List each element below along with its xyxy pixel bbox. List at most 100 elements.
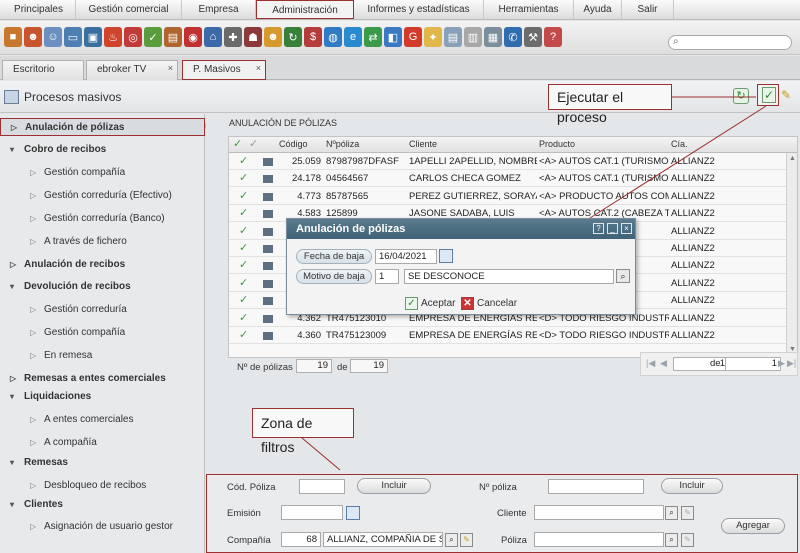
menu-salir[interactable]: Salir: [622, 0, 674, 19]
fecha-baja-field[interactable]: 16/04/2021: [375, 249, 437, 264]
close-icon[interactable]: ×: [168, 59, 173, 77]
box-icon[interactable]: ■: [4, 27, 22, 47]
close-icon[interactable]: ×: [256, 59, 261, 77]
exchange-icon[interactable]: ⇄: [364, 27, 382, 47]
row-detail-icon[interactable]: [263, 175, 273, 184]
check-icon[interactable]: ✓: [144, 27, 162, 47]
refresh-icon[interactable]: ↻: [284, 27, 302, 47]
sidebar-item-cobro-recibos[interactable]: ▾ Cobro de recibos: [0, 141, 205, 159]
sidebar-item-liquidaciones[interactable]: ▾ Liquidaciones: [0, 388, 205, 406]
column-header[interactable]: Nºpóliza: [326, 139, 359, 149]
row-check-icon[interactable]: ✓: [239, 328, 248, 341]
sidebar-item-remesas-entes[interactable]: ▷ Remesas a entes comerciales: [0, 370, 205, 388]
alarm-icon[interactable]: ◉: [184, 27, 202, 47]
row-detail-icon[interactable]: [263, 227, 273, 236]
row-check-icon[interactable]: ✓: [239, 276, 248, 289]
calendar-icon[interactable]: [346, 506, 360, 520]
select-all-icon[interactable]: ✓: [233, 137, 242, 150]
row-check-icon[interactable]: ✓: [239, 171, 248, 184]
compania-code-input[interactable]: 68: [281, 532, 321, 547]
row-detail-icon[interactable]: [263, 297, 273, 306]
row-check-icon[interactable]: ✓: [239, 311, 248, 324]
tools2-icon[interactable]: ⚒: [524, 27, 542, 47]
sidebar-item-gestion-compania[interactable]: ▷ Gestión compañía: [0, 164, 205, 182]
first-page-icon[interactable]: |◀: [646, 358, 655, 369]
column-header[interactable]: Cía.: [671, 139, 688, 149]
column-header[interactable]: Cliente: [409, 139, 437, 149]
search-icon[interactable]: ⌕: [665, 506, 678, 520]
search-icon[interactable]: ⌕: [445, 533, 458, 547]
sidebar-item-asignacion-gestor[interactable]: ▷ Asignación de usuario gestor: [0, 518, 205, 536]
home-icon[interactable]: ⌂: [204, 27, 222, 47]
motivo-text-field[interactable]: SE DESCONOCE: [404, 269, 614, 284]
monitor-icon[interactable]: ▣: [84, 27, 102, 47]
help-icon[interactable]: ?: [544, 27, 562, 47]
row-detail-icon[interactable]: [263, 192, 273, 201]
row-detail-icon[interactable]: [263, 245, 273, 253]
scroll-up-icon[interactable]: ▲: [789, 155, 796, 162]
cancel-button[interactable]: ✕ Cancelar: [461, 297, 517, 310]
calc-icon[interactable]: ▦: [484, 27, 502, 47]
prev-page-icon[interactable]: ◀: [660, 358, 667, 369]
user-icon[interactable]: ☺: [44, 27, 62, 47]
menu-administracion[interactable]: Administración: [256, 0, 354, 19]
row-detail-icon[interactable]: [263, 158, 273, 166]
sidebar-item-anulacion-polizas[interactable]: ▷ Anulación de pólizas: [0, 118, 205, 136]
briefcase-icon[interactable]: ▤: [164, 27, 182, 47]
tab-escritorio[interactable]: Escritorio: [2, 60, 84, 80]
edit-icon[interactable]: ✎: [460, 533, 473, 547]
cliente-input[interactable]: [534, 505, 664, 520]
include-cod-button[interactable]: Incluir: [357, 478, 431, 494]
edit-icon[interactable]: ✎: [681, 533, 694, 547]
sidebar-item-fichero[interactable]: ▷ A través de fichero: [0, 233, 205, 251]
sidebar-item-gestion-correduria[interactable]: ▷ Gestión correduría: [0, 301, 205, 319]
row-check-icon[interactable]: ✓: [239, 293, 248, 306]
deselect-all-icon[interactable]: ✓: [249, 137, 258, 150]
row-detail-icon[interactable]: [263, 210, 273, 219]
poliza-input[interactable]: [534, 532, 664, 547]
sidebar-item-clientes[interactable]: ▾ Clientes: [0, 496, 205, 514]
person-red-icon[interactable]: ☗: [244, 27, 262, 47]
accept-button[interactable]: ✓ Aceptar: [405, 297, 455, 310]
tab-ebroker-tv[interactable]: ebroker TV ×: [86, 60, 178, 80]
menu-herramientas[interactable]: Herramientas: [484, 0, 574, 19]
row-check-icon[interactable]: ✓: [239, 206, 248, 219]
edit-icon[interactable]: ✎: [681, 506, 694, 520]
calendar-icon[interactable]: [439, 249, 453, 263]
printer-icon[interactable]: ▥: [464, 27, 482, 47]
table-row[interactable]: ✓ 4.360 TR475123009 EMPRESA DE ENERGÍAS REN…: [229, 328, 797, 344]
search-icon[interactable]: ⌕: [616, 269, 630, 283]
sidebar-item-a-entes[interactable]: ▷ A entes comerciales: [0, 411, 205, 429]
row-detail-icon[interactable]: [263, 262, 273, 271]
sidebar-item-en-remesa[interactable]: ▷ En remesa: [0, 347, 205, 365]
refresh-button[interactable]: ↻: [733, 88, 749, 104]
row-check-icon[interactable]: ✓: [239, 189, 248, 202]
row-detail-icon[interactable]: [263, 279, 273, 288]
include-npoliza-button[interactable]: Incluir: [661, 478, 723, 494]
globe-icon[interactable]: ◍: [324, 27, 342, 47]
sidebar-item-a-compania[interactable]: ▷ A compañía: [0, 434, 205, 452]
window-icon[interactable]: ◧: [384, 27, 402, 47]
menu-ayuda[interactable]: Ayuda: [574, 0, 622, 19]
next-page-icon[interactable]: ▶: [778, 358, 785, 369]
search-input[interactable]: ⌕: [668, 35, 792, 50]
money-icon[interactable]: $: [304, 27, 322, 47]
page-input[interactable]: 1: [673, 357, 729, 371]
search-icon[interactable]: ⌕: [665, 533, 678, 547]
minimize-icon[interactable]: _: [607, 223, 618, 234]
n-poliza-input[interactable]: [548, 479, 644, 494]
doc-icon[interactable]: ▤: [444, 27, 462, 47]
agregar-button[interactable]: Agregar: [721, 518, 785, 534]
sidebar-item-gestion-correduria-efectivo[interactable]: ▷ Gestión correduría (Efectivo): [0, 187, 205, 205]
compania-name-input[interactable]: ALLIANZ, COMPAÑIA DE SE: [323, 532, 443, 547]
sidebar-item-gestion-correduria-banco[interactable]: ▷ Gestión correduría (Banco): [0, 210, 205, 228]
help-icon[interactable]: ?: [593, 223, 604, 234]
bulb-icon[interactable]: ✦: [424, 27, 442, 47]
row-detail-icon[interactable]: [263, 332, 273, 340]
edit-icon[interactable]: ✎: [781, 88, 795, 102]
cod-poliza-input[interactable]: [299, 479, 345, 494]
ie-icon[interactable]: e: [344, 27, 362, 47]
motivo-code-field[interactable]: 1: [375, 269, 399, 284]
menu-informes[interactable]: Informes y estadísticas: [354, 0, 484, 19]
tools-icon[interactable]: ✚: [224, 27, 242, 47]
